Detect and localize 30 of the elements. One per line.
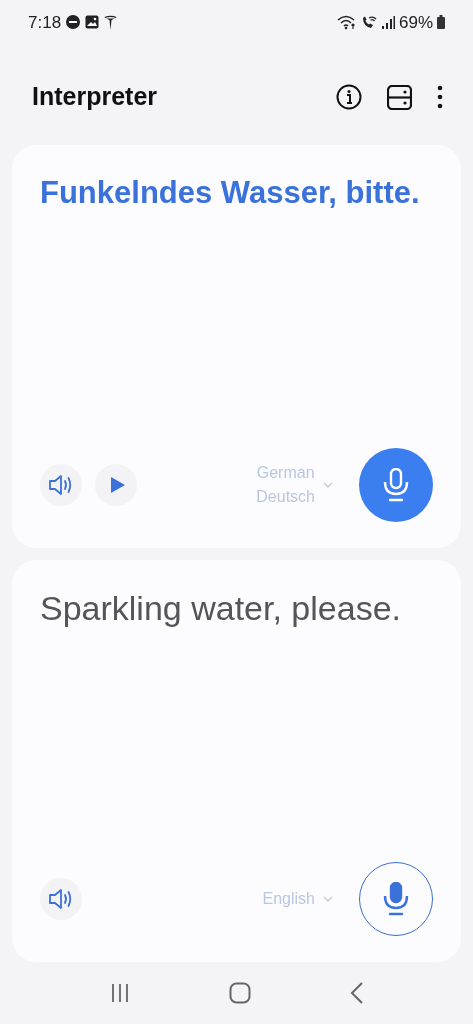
wifi-call-icon: [360, 14, 377, 30]
battery-icon: [437, 15, 445, 30]
speaker-icon[interactable]: [48, 888, 74, 911]
play-icon: [110, 477, 125, 494]
logo-icon: [104, 14, 118, 30]
battery-percentage: 69%: [398, 11, 433, 34]
microphone-icon: [383, 882, 409, 917]
translated-text: Sparkling water, please.: [40, 588, 402, 630]
speaker-button[interactable]: [40, 464, 82, 507]
wifi-icon: [336, 14, 357, 30]
status-time: 7:18: [28, 11, 62, 34]
signal-icon: [380, 15, 395, 30]
chevron-down-icon: [323, 482, 333, 489]
more-options-icon[interactable]: [437, 85, 443, 110]
image-icon: [85, 15, 100, 30]
do-not-disturb-icon: [66, 15, 81, 30]
recent-apps-icon[interactable]: [109, 983, 130, 1004]
speaker-button[interactable]: [40, 878, 82, 921]
speaker-icon[interactable]: [48, 474, 74, 497]
microphone-icon: [383, 468, 409, 503]
chevron-down-icon: [323, 896, 333, 903]
language-selector[interactable]: German Deutsch: [256, 461, 333, 510]
play-button[interactable]: [95, 464, 137, 507]
home-icon[interactable]: [228, 982, 251, 1005]
source-text: Funkelndes Wasser, bitte.: [40, 173, 421, 212]
info-icon[interactable]: [336, 84, 362, 111]
app-title: Interpreter: [32, 81, 158, 113]
split-view-icon[interactable]: [387, 84, 412, 110]
language-selector[interactable]: English: [262, 887, 333, 912]
back-icon[interactable]: [349, 982, 364, 1005]
